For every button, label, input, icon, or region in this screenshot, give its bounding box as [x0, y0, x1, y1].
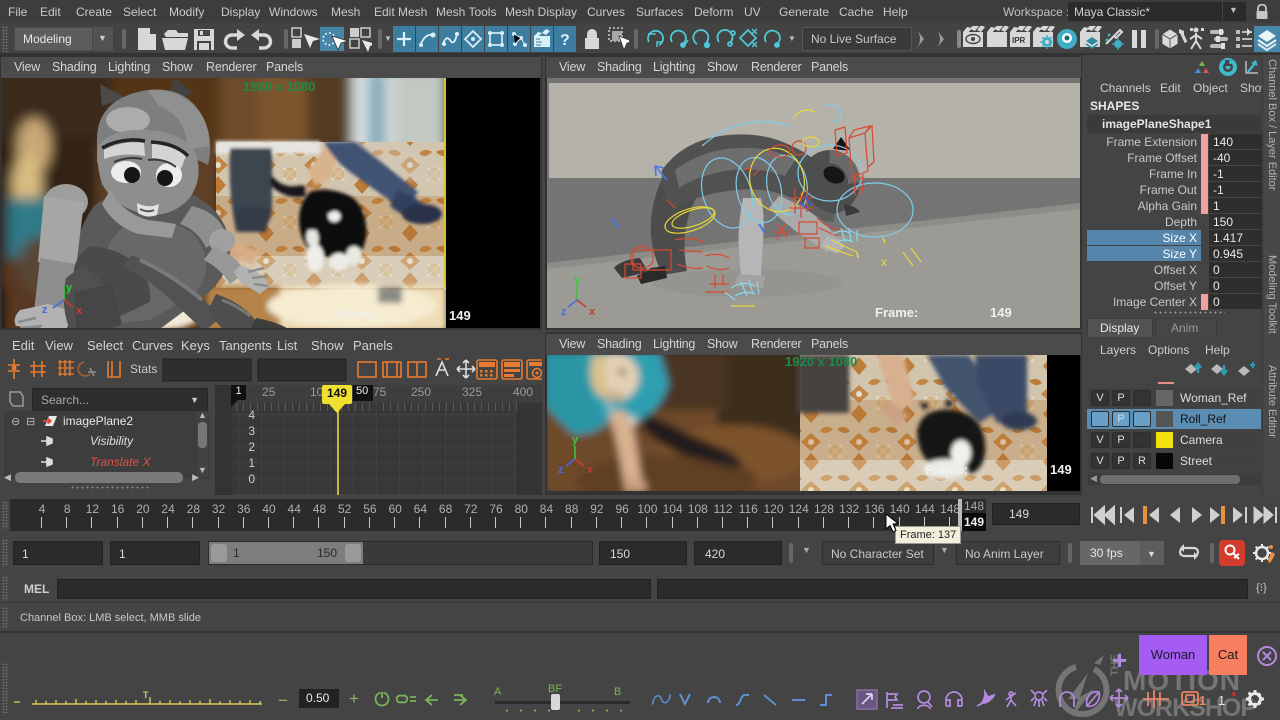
svg-text:1920 x 1080: 1920 x 1080: [243, 79, 315, 94]
svg-text:T: T: [143, 690, 149, 700]
svg-text:y: y: [574, 274, 581, 286]
svg-text:1: 1: [1218, 693, 1225, 708]
svg-text:Stats: Stats: [130, 362, 157, 376]
svg-text:Frame:: Frame:: [334, 306, 377, 321]
svg-text:x: x: [76, 305, 83, 317]
svg-text:a: a: [1252, 695, 1258, 706]
svg-text:1920 x 1080: 1920 x 1080: [785, 355, 857, 369]
svg-text:IPR: IPR: [1012, 36, 1026, 45]
svg-text:?: ?: [560, 32, 570, 49]
svg-text:y: y: [66, 282, 73, 294]
svg-text:149: 149: [1050, 462, 1072, 477]
svg-text:z: z: [42, 304, 48, 316]
svg-text:Frame:: Frame:: [875, 305, 918, 320]
svg-text:z: z: [558, 464, 564, 476]
svg-text:149: 149: [990, 305, 1012, 320]
svg-text:z: z: [561, 306, 567, 318]
svg-text:1: 1: [1199, 693, 1206, 708]
svg-text:149: 149: [449, 308, 471, 323]
svg-text:x: x: [589, 306, 596, 318]
svg-text:Frame:: Frame:: [925, 462, 968, 477]
svg-text:x: x: [587, 464, 594, 476]
svg-text:x: x: [881, 255, 887, 269]
svg-text:y: y: [572, 434, 579, 446]
